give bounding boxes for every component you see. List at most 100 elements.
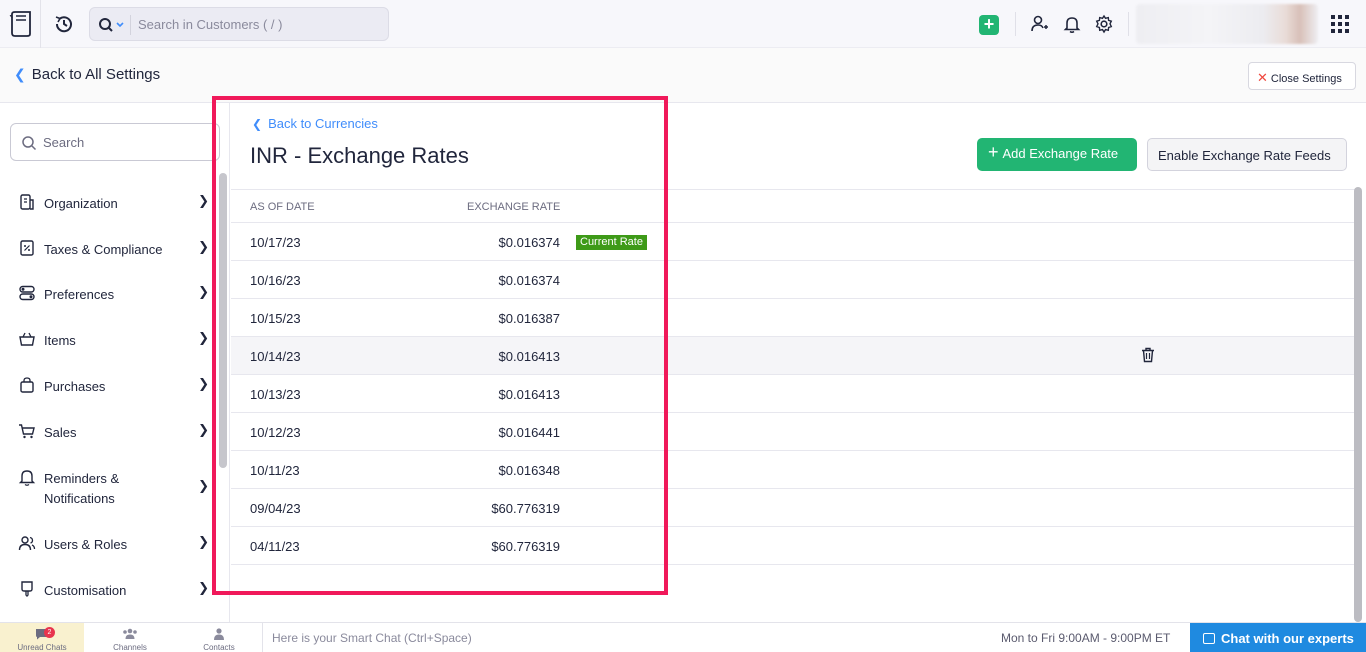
- quick-create-button[interactable]: +: [979, 15, 999, 35]
- settings-header: ❮ Back to All Settings ✕ Close Settings: [0, 48, 1366, 103]
- tab-label: Unread Chats: [17, 643, 67, 652]
- chevron-right-icon: ❯: [198, 534, 209, 549]
- table-row[interactable]: 10/12/23 $0.016441: [231, 413, 1358, 451]
- sidebar-item-label-line2: Notifications: [44, 491, 115, 506]
- chevron-right-icon: ❯: [198, 330, 209, 345]
- shopping-bag-icon: [20, 377, 34, 393]
- main-content: ❮ Back to Currencies INR - Exchange Rates…: [231, 103, 1366, 622]
- notifications-bell-icon[interactable]: [1062, 14, 1082, 34]
- smart-chat-placeholder: Here is your Smart Chat (Ctrl+Space): [272, 631, 472, 645]
- main-scrollbar[interactable]: [1354, 187, 1362, 622]
- row-rate: $0.016348: [498, 463, 560, 478]
- table-row[interactable]: 10/15/23 $0.016387: [231, 299, 1358, 337]
- chevron-right-icon: ❯: [198, 239, 209, 254]
- settings-search-input[interactable]: Search: [10, 123, 220, 161]
- refer-users-icon[interactable]: [1030, 14, 1050, 34]
- brush-icon: [21, 581, 33, 597]
- row-rate: $0.016413: [498, 349, 560, 364]
- cart-icon: [19, 424, 35, 439]
- table-row[interactable]: 10/11/23 $0.016348: [231, 451, 1358, 489]
- sidebar-item-label: Sales: [44, 425, 77, 440]
- close-settings-button[interactable]: ✕ Close Settings: [1248, 62, 1356, 90]
- sidebar-item-organization[interactable]: Organization ❯: [18, 189, 213, 217]
- sidebar-item-taxes-compliance[interactable]: Taxes & Compliance ❯: [18, 235, 213, 263]
- row-date: 10/13/23: [250, 387, 301, 402]
- divider: [1015, 12, 1016, 36]
- tax-document-icon: [20, 240, 34, 256]
- sidebar-item-label: Users & Roles: [44, 537, 128, 552]
- add-exchange-rate-button[interactable]: + Add Exchange Rate: [977, 138, 1137, 171]
- row-rate: $60.776319: [491, 539, 560, 554]
- enable-feeds-label: Enable Exchange Rate Feeds: [1158, 148, 1331, 163]
- add-exchange-rate-label: Add Exchange Rate: [1002, 146, 1119, 161]
- chat-icon: [1203, 633, 1215, 644]
- table-header: AS OF DATE EXCHANGE RATE: [231, 189, 1358, 223]
- building-icon: [20, 194, 34, 210]
- enable-exchange-rate-feeds-button[interactable]: Enable Exchange Rate Feeds: [1147, 138, 1347, 171]
- chevron-right-icon: ❯: [198, 376, 209, 391]
- back-to-all-settings-link[interactable]: ❮ Back to All Settings: [14, 66, 160, 83]
- sidebar-item-sales[interactable]: Sales ❯: [18, 418, 213, 446]
- search-icon: [22, 136, 37, 151]
- toggles-icon: [19, 285, 35, 301]
- chevron-left-icon: ❮: [252, 117, 263, 131]
- sidebar-item-users-roles[interactable]: Users & Roles ❯: [18, 530, 213, 558]
- column-header-date: AS OF DATE: [250, 201, 315, 213]
- tab-channels[interactable]: Channels: [88, 623, 172, 652]
- books-logo-icon[interactable]: [8, 10, 34, 38]
- settings-sidebar: Search Organization ❯ Taxes & Compliance…: [0, 103, 230, 622]
- account-avatar[interactable]: [1136, 4, 1318, 44]
- tab-unread-chats[interactable]: 2 Unread Chats: [0, 623, 84, 652]
- plus-icon: +: [988, 142, 999, 162]
- table-row[interactable]: 10/13/23 $0.016413: [231, 375, 1358, 413]
- unread-count-badge: 2: [44, 627, 55, 638]
- column-header-rate: EXCHANGE RATE: [467, 201, 561, 213]
- table-row[interactable]: 10/17/23 $0.016374 Current Rate: [231, 223, 1358, 261]
- page-title: INR - Exchange Rates: [250, 143, 469, 168]
- sidebar-item-reminders-notifications[interactable]: Reminders & Notifications ❯: [18, 464, 213, 510]
- sidebar-item-customisation[interactable]: Customisation ❯: [18, 576, 213, 604]
- chevron-right-icon: ❯: [198, 478, 209, 493]
- sidebar-item-label: Purchases: [44, 379, 106, 394]
- chevron-right-icon: ❯: [198, 580, 209, 595]
- app-switcher-grid-icon[interactable]: [1331, 15, 1349, 33]
- tab-label: Channels: [113, 643, 147, 652]
- row-rate: $0.016441: [498, 425, 560, 440]
- sidebar-item-purchases[interactable]: Purchases ❯: [18, 372, 213, 400]
- sidebar-item-items[interactable]: Items ❯: [18, 326, 213, 354]
- basket-icon: [19, 332, 35, 346]
- back-to-currencies-link[interactable]: ❮ Back to Currencies: [252, 116, 378, 131]
- chat-with-experts-label: Chat with our experts: [1221, 631, 1354, 646]
- sidebar-scrollbar[interactable]: [219, 173, 227, 468]
- settings-gear-icon[interactable]: [1094, 14, 1114, 34]
- recent-history-icon[interactable]: [53, 13, 75, 35]
- chevron-left-icon: ❮: [14, 66, 26, 82]
- chevron-right-icon: ❯: [198, 284, 209, 299]
- sidebar-item-label: Organization: [44, 196, 118, 211]
- chevron-right-icon: ❯: [198, 193, 209, 208]
- table-row[interactable]: 10/16/23 $0.016374: [231, 261, 1358, 299]
- row-date: 10/14/23: [250, 349, 301, 364]
- table-row[interactable]: 04/11/23 $60.776319: [231, 527, 1358, 565]
- sidebar-item-label: Preferences: [44, 287, 115, 302]
- tab-label: Contacts: [203, 643, 235, 652]
- row-rate: $60.776319: [491, 501, 560, 516]
- search-dropdown-icon[interactable]: [98, 16, 126, 34]
- table-row[interactable]: 10/14/23 $0.016413: [231, 337, 1358, 375]
- global-search-input[interactable]: Search in Customers ( / ): [89, 7, 389, 41]
- chat-with-experts-button[interactable]: Chat with our experts: [1190, 623, 1366, 652]
- close-settings-label: Close Settings: [1270, 73, 1342, 85]
- row-date: 10/12/23: [250, 425, 301, 440]
- divider: [40, 0, 41, 48]
- sidebar-item-label: Reminders &: [44, 471, 120, 486]
- row-date: 09/04/23: [250, 501, 301, 516]
- row-rate: $0.016374: [498, 273, 560, 288]
- back-to-all-settings-label: Back to All Settings: [31, 66, 161, 83]
- row-date: 04/11/23: [250, 539, 300, 554]
- sidebar-item-preferences[interactable]: Preferences ❯: [18, 280, 213, 308]
- delete-trash-icon[interactable]: [1141, 347, 1155, 363]
- sidebar-item-label: Taxes & Compliance: [44, 242, 163, 257]
- table-row[interactable]: 09/04/23 $60.776319: [231, 489, 1358, 527]
- divider: [130, 15, 131, 35]
- tab-contacts[interactable]: Contacts: [177, 623, 261, 652]
